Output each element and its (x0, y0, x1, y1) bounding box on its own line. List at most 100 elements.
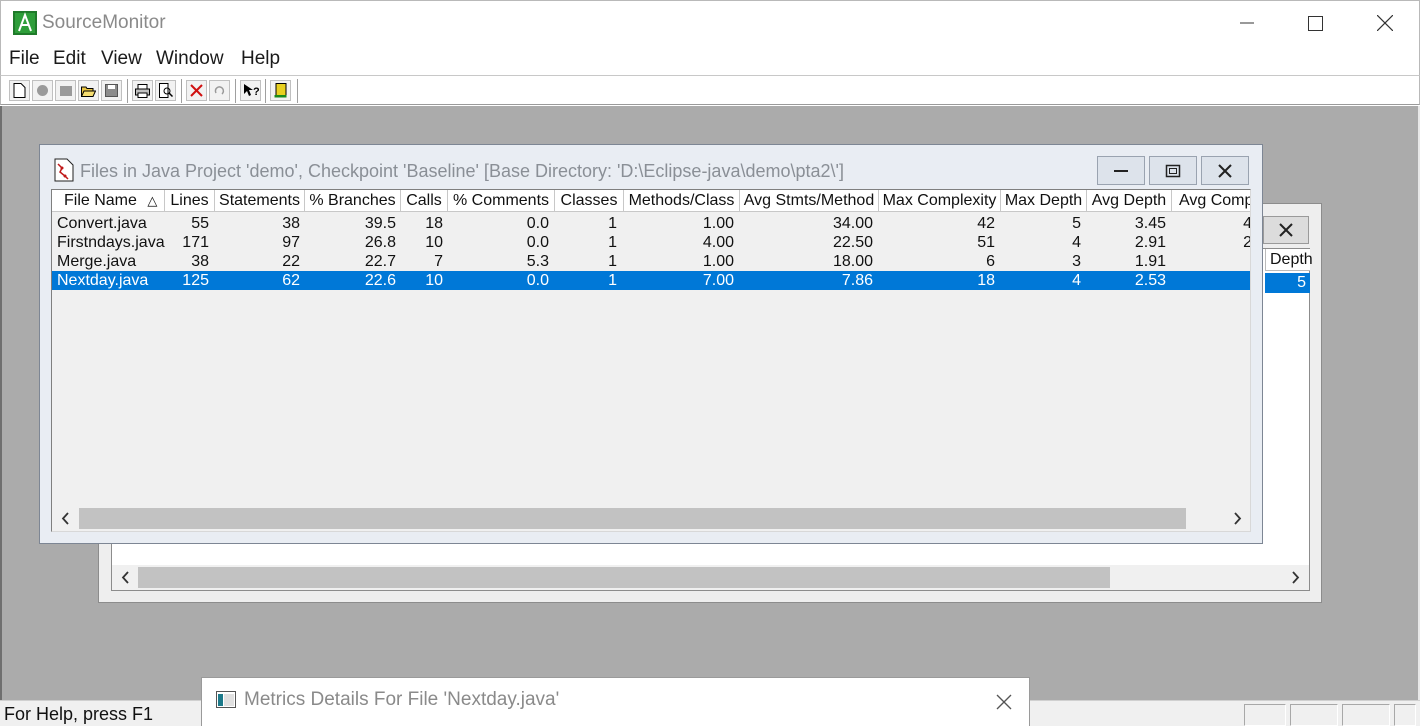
column-header-lines[interactable]: Lines (165, 190, 215, 212)
open-icon (81, 86, 96, 97)
cell-lines: 55 (191, 215, 209, 232)
menu-help[interactable]: Help (241, 48, 280, 70)
cell-branches: 22.6 (364, 272, 396, 289)
undo-button[interactable] (209, 80, 230, 101)
column-header-branches[interactable]: % Branches (305, 190, 401, 212)
toolbar-separator (297, 79, 299, 103)
scroll-left-arrow[interactable] (112, 565, 138, 590)
print-icon (135, 83, 150, 98)
metrics-details-close-button[interactable] (992, 690, 1016, 714)
cell-statements: 62 (282, 272, 300, 289)
chevron-left-icon (61, 512, 69, 525)
files-window[interactable]: Files in Java Project 'demo', Checkpoint… (39, 144, 1263, 544)
cell-max-complexity: 42 (977, 215, 995, 232)
scroll-left-arrow[interactable] (52, 506, 78, 531)
cell-max-complexity: 51 (977, 234, 995, 251)
column-header-row: File Name △ Lines Statements % Branches … (52, 190, 1250, 212)
cell-classes: 1 (608, 272, 617, 289)
close-icon (1377, 15, 1393, 31)
files-window-close-button[interactable] (1201, 156, 1249, 185)
column-header-methods-per-class[interactable]: Methods/Class (624, 190, 740, 212)
scroll-thumb[interactable] (79, 508, 1186, 529)
svg-text:?: ? (253, 86, 259, 98)
column-header-statements[interactable]: Statements (215, 190, 305, 212)
back-column-header-depth[interactable]: Depth (1265, 249, 1313, 271)
menu-file[interactable]: File (9, 48, 40, 70)
new-checkpoint-button[interactable] (32, 80, 53, 101)
files-window-restore-button[interactable] (1149, 156, 1197, 185)
column-header-classes[interactable]: Classes (555, 190, 624, 212)
context-help-button[interactable]: ? (240, 80, 261, 101)
column-header-avg-depth[interactable]: Avg Depth (1087, 190, 1172, 212)
cell-max-depth: 4 (1072, 234, 1081, 251)
table-row[interactable]: Firstndays.java 171 97 26.8 10 0.0 1 4.0… (52, 233, 1250, 252)
cell-comments: 0.0 (526, 234, 549, 251)
menu-view[interactable]: View (101, 48, 142, 70)
save-button[interactable] (101, 80, 122, 101)
status-pane (1342, 704, 1390, 726)
column-header-comments[interactable]: % Comments (448, 190, 555, 212)
column-header-max-depth[interactable]: Max Depth (1001, 190, 1087, 212)
toolbar-separator (127, 79, 129, 103)
minimize-button[interactable] (1217, 7, 1277, 39)
menu-edit[interactable]: Edit (53, 48, 86, 70)
main-title-bar: SourceMonitor (0, 0, 1420, 44)
open-button[interactable] (78, 80, 99, 101)
minimize-icon (1240, 22, 1254, 24)
close-icon (996, 694, 1012, 710)
add-files-button[interactable] (55, 80, 76, 101)
cell-avg-stmts-method: 34.00 (832, 215, 873, 232)
cell-statements: 97 (282, 234, 300, 251)
column-header-avg-stmts-method[interactable]: Avg Stmts/Method (740, 190, 879, 212)
cell-file-name: Convert.java (57, 215, 147, 232)
cell-max-depth: 3 (1072, 253, 1081, 270)
metrics-details-window[interactable]: Metrics Details For File 'Nextday.java' (201, 677, 1030, 726)
cell-methods-per-class: 1.00 (702, 253, 734, 270)
close-button[interactable] (1355, 7, 1415, 39)
toolbar-separator (265, 79, 267, 103)
cell-file-name: Merge.java (57, 253, 137, 270)
add-files-icon (59, 86, 72, 96)
column-header-label: File Name (64, 192, 137, 209)
table-row-selected[interactable]: Nextday.java 125 62 22.6 10 0.0 1 7.00 7… (52, 271, 1250, 290)
back-horizontal-scrollbar[interactable] (112, 565, 1309, 590)
scroll-right-arrow[interactable] (1224, 506, 1250, 531)
column-header-calls[interactable]: Calls (401, 190, 448, 212)
app-title: SourceMonitor (42, 12, 166, 33)
undo-icon (214, 86, 225, 95)
cell-avg-complexity (1172, 271, 1250, 290)
column-header-avg-complexity[interactable]: Avg Comp (1172, 190, 1250, 212)
cell-calls: 10 (425, 272, 443, 289)
cell-avg-complexity: 4 (1172, 214, 1250, 233)
print-button[interactable] (132, 80, 153, 101)
back-window-close-button[interactable] (1263, 216, 1309, 244)
cell-avg-depth: 3.45 (1134, 215, 1166, 232)
maximize-button[interactable] (1285, 7, 1345, 39)
horizontal-scrollbar[interactable] (52, 506, 1250, 531)
chevron-left-icon (121, 571, 129, 584)
delete-button[interactable] (186, 80, 207, 101)
toolbar: ? (0, 75, 1420, 105)
exit-button[interactable] (270, 80, 291, 101)
files-list-view[interactable]: File Name △ Lines Statements % Branches … (51, 189, 1251, 532)
cell-branches: 39.5 (364, 215, 396, 232)
sourcemonitor-app-icon[interactable] (13, 11, 37, 35)
new-file-button[interactable] (9, 80, 30, 101)
column-header-file-name[interactable]: File Name △ (52, 190, 165, 212)
cell-calls: 18 (425, 215, 443, 232)
column-header-max-complexity[interactable]: Max Complexity (879, 190, 1001, 212)
delete-icon (190, 84, 203, 97)
table-row[interactable]: Merge.java 38 22 22.7 7 5.3 1 1.00 18.00… (52, 252, 1250, 271)
print-preview-button[interactable] (155, 80, 176, 101)
project-document-icon (52, 158, 76, 182)
files-window-minimize-button[interactable] (1097, 156, 1145, 185)
menu-window[interactable]: Window (156, 48, 224, 70)
table-row[interactable]: Convert.java 55 38 39.5 18 0.0 1 1.00 34… (52, 214, 1250, 233)
scroll-right-arrow[interactable] (1282, 565, 1308, 590)
back-selected-cell[interactable]: 5 (1265, 273, 1310, 293)
metrics-details-title: Metrics Details For File 'Nextday.java' (244, 689, 560, 710)
exit-icon (274, 83, 287, 98)
scroll-thumb[interactable] (138, 567, 1110, 588)
status-pane (1244, 704, 1286, 726)
cell-branches: 26.8 (364, 234, 396, 251)
